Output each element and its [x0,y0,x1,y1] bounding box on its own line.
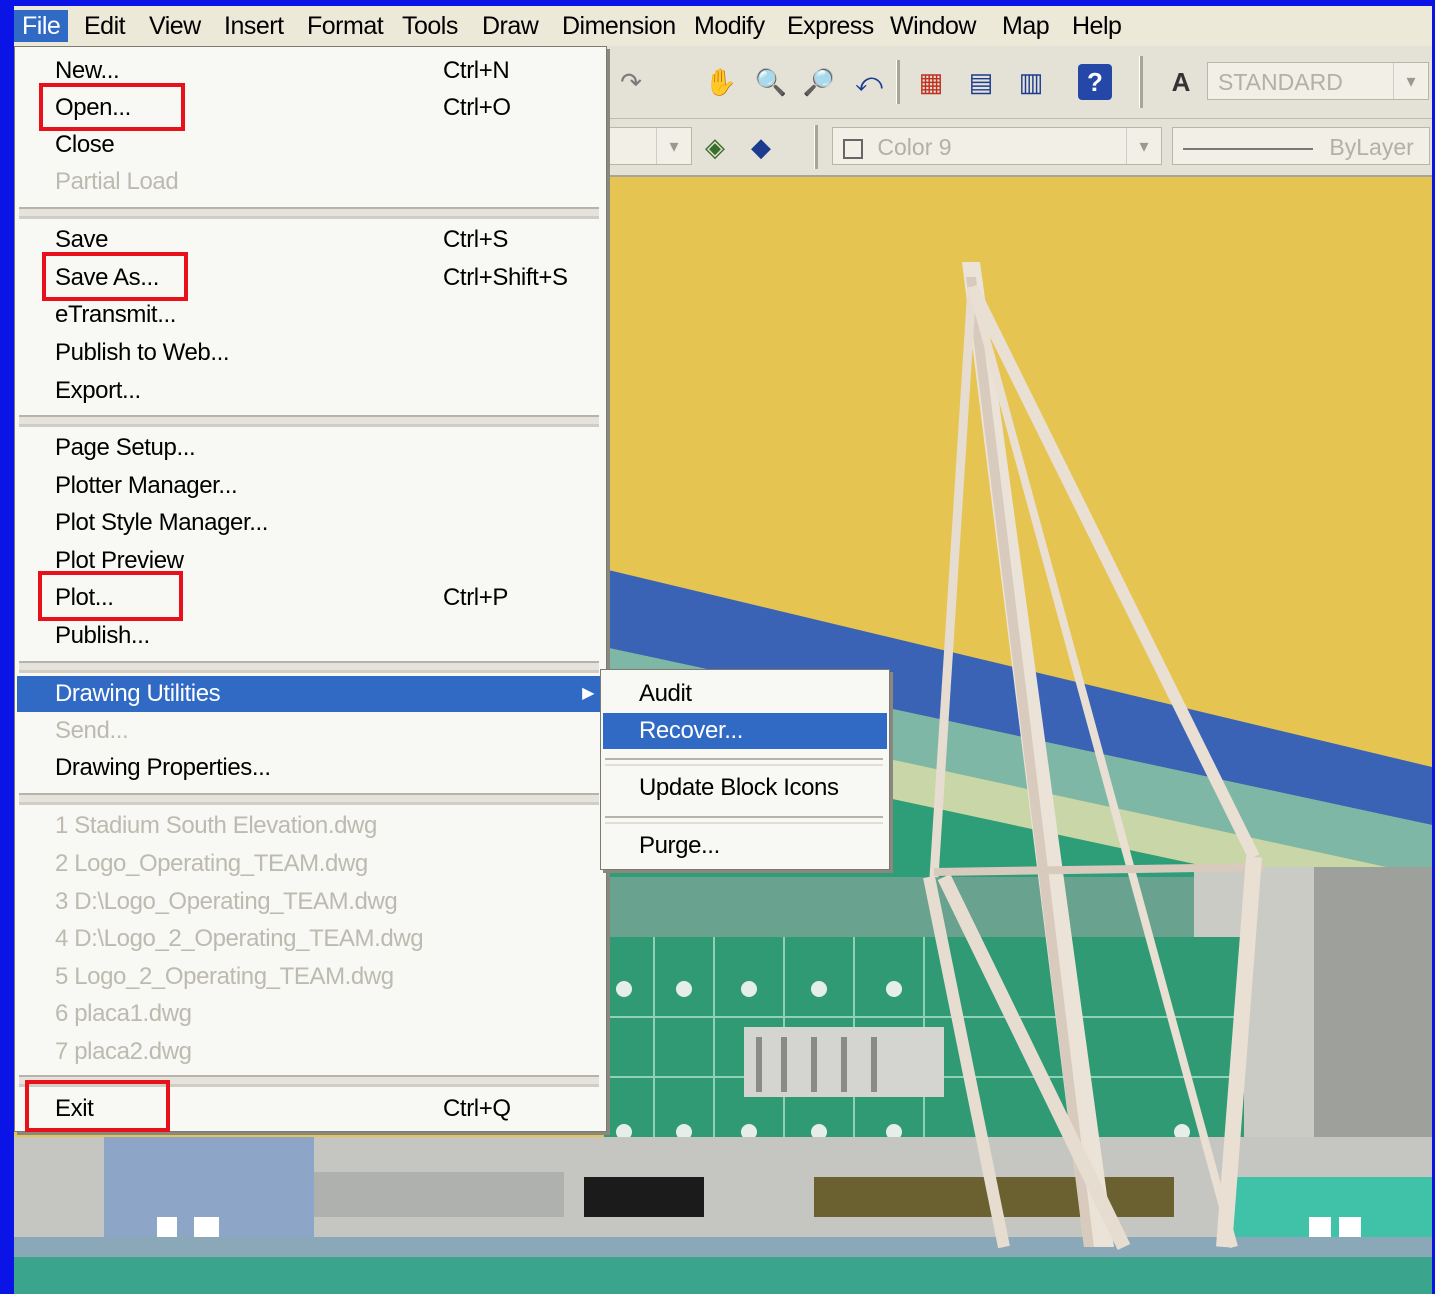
text-style-icon[interactable]: A [1164,64,1198,100]
submenu-item-recover[interactable]: Recover... [603,713,887,749]
layer-icon[interactable]: ◈ [698,129,732,165]
annotation-box-plot [38,571,183,621]
menu-item-plotter-manager[interactable]: Plotter Manager... [17,468,602,504]
menu-item-drawing-properties[interactable]: Drawing Properties... [17,750,602,786]
menu-help[interactable]: Help [1064,10,1129,42]
menu-divider [19,415,599,427]
menu-item-plot-style-manager[interactable]: Plot Style Manager... [17,505,602,541]
menu-divider [605,758,883,766]
help-icon[interactable]: ? [1078,64,1112,100]
menu-window[interactable]: Window [882,10,984,42]
menu-divider [19,793,599,805]
submenu-item-audit[interactable]: Audit [603,676,887,712]
menu-draw[interactable]: Draw [474,10,546,42]
submenu-item-purge[interactable]: Purge... [603,828,887,864]
menu-tools[interactable]: Tools [394,10,466,42]
zoom-realtime-icon[interactable]: 🔍 [754,64,788,100]
chevron-down-icon: ▾ [656,128,691,164]
color-value: Color 9 [877,134,952,160]
drawing-utilities-submenu: Audit Recover... Update Block Icons Purg… [600,669,890,870]
menu-insert[interactable]: Insert [216,10,292,42]
menu-item-partial-load: Partial Load [55,168,179,195]
menu-item-etransmit[interactable]: eTransmit... [17,297,602,333]
color-swatch [843,138,863,159]
toolbar-separator [814,125,818,169]
autocad-window: File Edit View Insert Format Tools Draw … [14,6,1432,1294]
design-center-icon[interactable]: ▤ [964,64,998,100]
menu-item-publish[interactable]: Publish... [17,618,602,654]
annotation-box-open [39,83,185,131]
tool-palettes-icon[interactable]: ▥ [1014,64,1048,100]
toolbar-separator [1139,56,1143,108]
color-dropdown[interactable]: Color 9 ▾ [832,127,1162,165]
zoom-window-icon[interactable]: 🔎 [802,64,836,100]
menu-item-close[interactable]: Close [17,127,602,163]
zoom-previous-icon[interactable]: ⤺ [852,64,886,100]
chevron-right-icon: ▶ [582,685,594,702]
submenu-item-update-block-icons[interactable]: Update Block Icons [603,770,887,806]
menu-divider [19,207,599,219]
menu-edit[interactable]: Edit [76,10,133,42]
menu-view[interactable]: View [141,10,209,42]
linetype-preview [1183,147,1313,150]
linetype-dropdown[interactable]: ByLayer [1172,127,1430,165]
recent-file-item[interactable]: 4 D:\Logo_2_Operating_TEAM.dwg [17,921,602,957]
text-style-dropdown[interactable]: STANDARD ▾ [1207,62,1429,100]
menu-divider [19,661,599,673]
chevron-down-icon: ▾ [1126,128,1161,164]
menu-modify[interactable]: Modify [686,10,773,42]
linetype-value: ByLayer [1329,134,1414,160]
menu-item-send: Send... [55,717,129,744]
text-style-value: STANDARD [1218,69,1343,95]
menu-divider [605,816,883,824]
recent-file-item[interactable]: 5 Logo_2_Operating_TEAM.dwg [17,959,602,995]
menu-format[interactable]: Format [299,10,391,42]
menu-item-publish-to-web[interactable]: Publish to Web... [17,335,602,371]
layer-previous-icon[interactable]: ◆ [744,129,778,165]
annotation-box-save-as [42,252,188,301]
layer-dropdown[interactable]: ▾ [604,127,692,165]
toolbar-separator [896,60,900,104]
menu-item-drawing-utilities[interactable]: Drawing Utilities ▶ [17,676,602,712]
recent-file-item[interactable]: 2 Logo_Operating_TEAM.dwg [17,846,602,882]
recent-file-item[interactable]: 3 D:\Logo_Operating_TEAM.dwg [17,884,602,920]
menu-bar: File Edit View Insert Format Tools Draw … [14,6,1432,47]
recent-file-item[interactable]: 7 placa2.dwg [17,1034,602,1070]
menu-map[interactable]: Map [994,10,1057,42]
recent-file-item[interactable]: 1 Stadium South Elevation.dwg [17,808,602,844]
pan-icon[interactable]: ✋ [704,64,738,100]
menu-dimension[interactable]: Dimension [554,10,684,42]
properties-icon[interactable]: ▦ [914,64,948,100]
menu-express[interactable]: Express [779,10,882,42]
chevron-down-icon: ▾ [1393,63,1428,99]
menu-item-page-setup[interactable]: Page Setup... [17,430,602,466]
menu-item-export[interactable]: Export... [17,373,602,409]
menu-file[interactable]: File [14,10,69,42]
undo-icon[interactable]: ↷ [614,64,648,100]
recent-file-item[interactable]: 6 placa1.dwg [17,996,602,1032]
annotation-box-exit [25,1080,170,1132]
